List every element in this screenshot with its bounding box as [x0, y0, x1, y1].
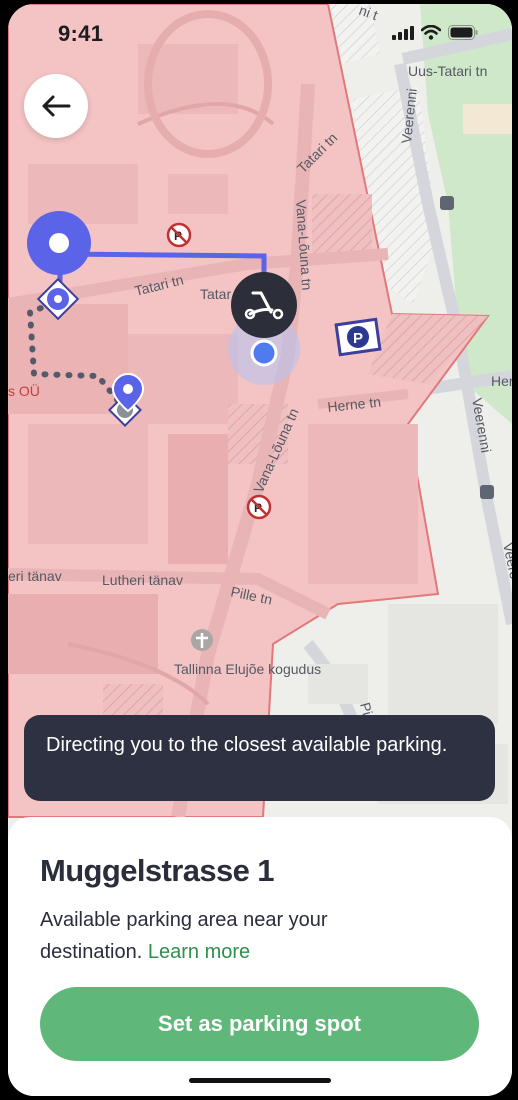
street-label: Tatar: [200, 286, 231, 302]
status-icons: [392, 25, 478, 40]
parking-toast: Directing you to the closest available p…: [24, 715, 495, 801]
scooter-icon[interactable]: [231, 272, 297, 338]
phone-screen: P P P Uus-Tatari tn Veerenni Veerenni Ve…: [8, 4, 512, 1096]
bottom-sheet: Muggelstrasse 1 Available parking area n…: [8, 817, 512, 1096]
arrow-left-icon: [42, 95, 71, 117]
location-title: Muggelstrasse 1: [40, 853, 275, 888]
learn-more-link[interactable]: Learn more: [148, 941, 250, 963]
bus-stop-icon: [480, 485, 494, 499]
set-parking-spot-label: Set as parking spot: [158, 1011, 361, 1036]
status-bar: 9:41: [8, 4, 512, 60]
poi-label: Tallinna Elujõe kogudus: [174, 661, 321, 677]
user-location-dot: [250, 339, 278, 367]
toast-text: Directing you to the closest available p…: [46, 734, 448, 756]
no-parking-sign: P: [246, 494, 272, 520]
location-description: Available parking area near your destina…: [40, 904, 420, 968]
back-button[interactable]: [24, 74, 88, 138]
set-parking-spot-button[interactable]: Set as parking spot: [40, 987, 479, 1061]
street-label: Uus-Tatari tn: [408, 63, 487, 79]
home-indicator[interactable]: [189, 1078, 331, 1083]
street-label: Her: [491, 373, 512, 389]
street-label: eri tänav: [8, 568, 62, 584]
battery-icon: [448, 25, 478, 40]
cellular-signal-icon: [392, 25, 414, 40]
svg-text:P: P: [353, 330, 363, 347]
wifi-icon: [421, 25, 441, 40]
status-time: 9:41: [58, 21, 104, 46]
origin-marker: [27, 211, 91, 275]
church-icon: [191, 629, 213, 651]
street-label: Lutheri tänav: [102, 572, 183, 588]
no-parking-sign: P: [166, 222, 192, 248]
poi-label: s OÜ: [8, 382, 40, 399]
bus-stop-icon: [440, 196, 454, 210]
